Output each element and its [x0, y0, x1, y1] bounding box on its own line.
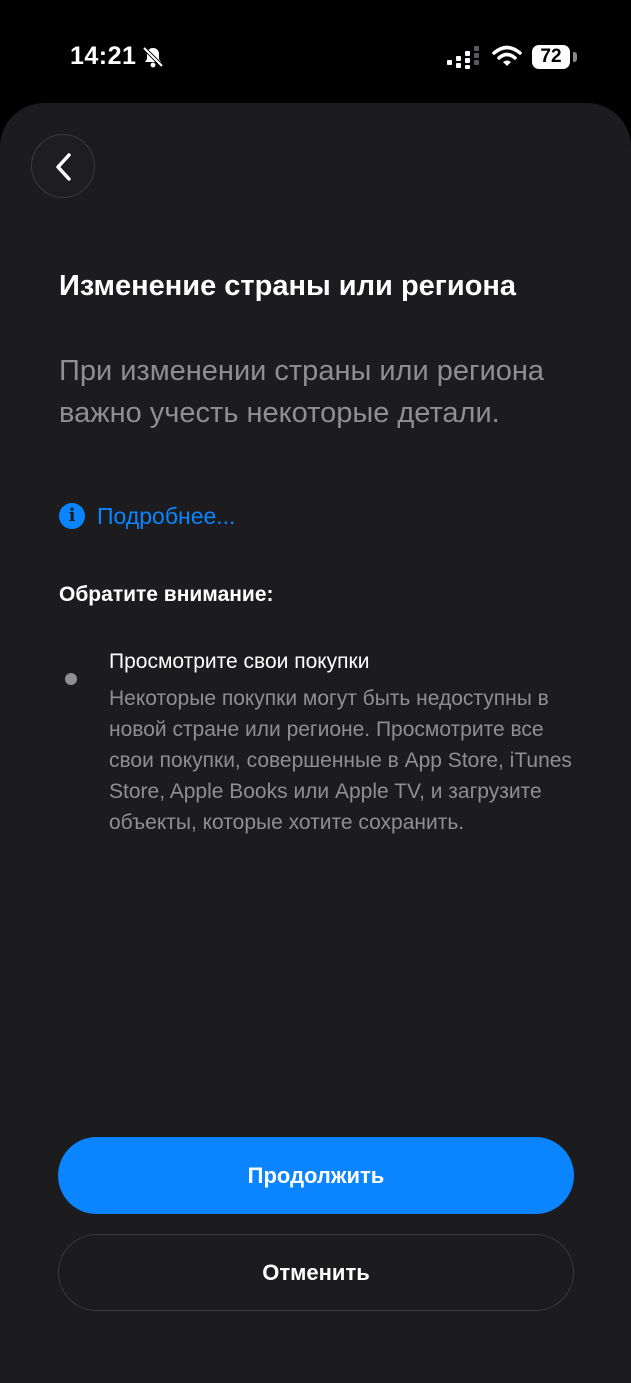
battery-tip — [573, 52, 577, 62]
section-heading: Обратите внимание: — [59, 583, 274, 606]
battery-icon: 72 — [532, 45, 570, 69]
list-item-title: Просмотрите свои покупки — [109, 650, 370, 673]
page-title: Изменение страны или региона — [59, 270, 517, 302]
status-bar: 14:21 72 — [0, 0, 631, 100]
continue-button[interactable]: Продолжить — [58, 1137, 574, 1214]
cellular-signal-icon — [447, 46, 481, 70]
list-item-body: Некоторые покупки могут быть недоступны … — [109, 687, 572, 834]
info-circle-icon: i — [59, 503, 85, 529]
wifi-icon — [492, 44, 522, 70]
learn-more-label: Подробнее... — [97, 502, 236, 529]
chevron-left-icon — [56, 153, 71, 181]
learn-more-link[interactable]: i Подробнее... — [59, 501, 235, 531]
page-subtitle: При изменении страны или региона важно у… — [59, 355, 545, 429]
status-time: 14:21 — [70, 42, 137, 70]
cancel-button[interactable]: Отменить — [58, 1234, 574, 1311]
back-button[interactable] — [31, 134, 95, 198]
bullet-dot — [65, 673, 77, 685]
bell-slash-icon — [140, 44, 166, 70]
